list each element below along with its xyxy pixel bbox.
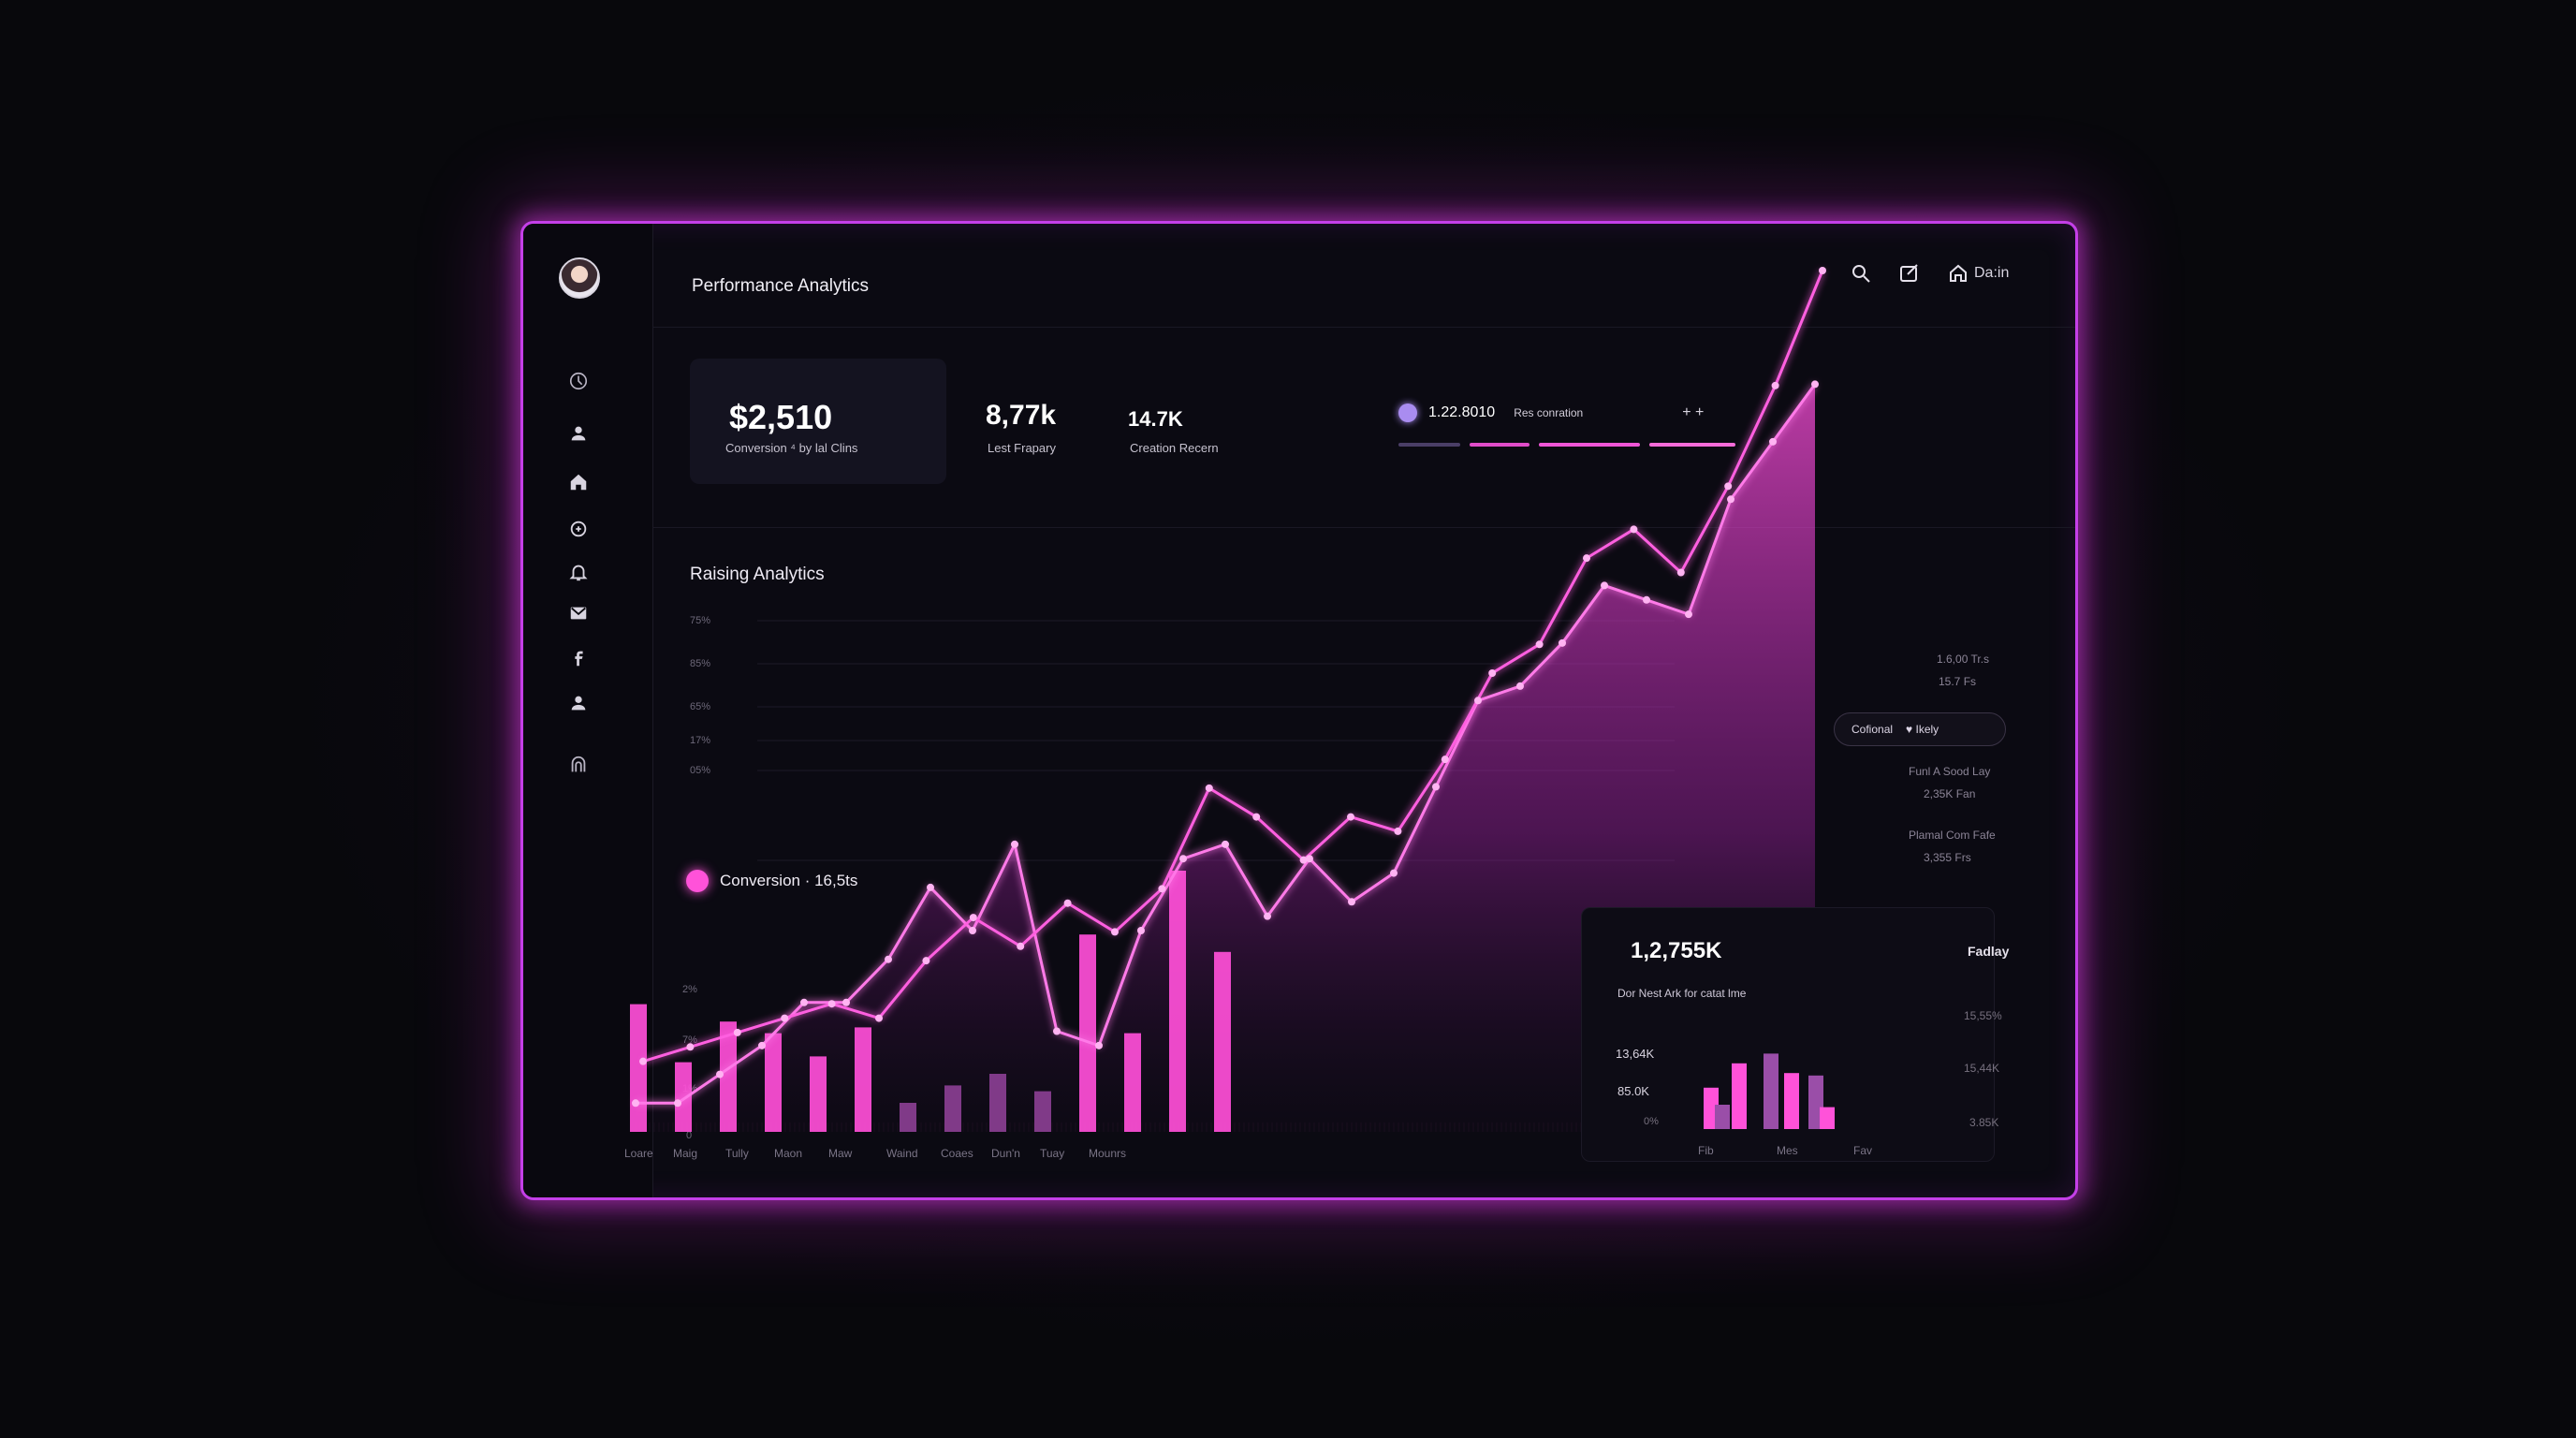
bar: [1079, 934, 1096, 1132]
bar: [1034, 1091, 1051, 1132]
side-note: Funl A Sood Lay: [1909, 765, 1991, 778]
line-point: [1179, 855, 1187, 863]
line-point: [1583, 554, 1590, 563]
conversion-legend: Conversion · 16,5ts: [686, 870, 857, 892]
line-point: [1488, 669, 1497, 677]
mini-bar: [1764, 1053, 1778, 1129]
line-point: [1724, 482, 1733, 491]
line-point: [1264, 912, 1271, 920]
side-note: 3,355 Frs: [1924, 851, 1971, 864]
bar: [810, 1056, 827, 1132]
x-tick: Waind: [886, 1147, 918, 1160]
line-point: [1017, 942, 1025, 950]
line-point: [1347, 813, 1354, 821]
bar: [944, 1085, 961, 1132]
line-point: [1394, 827, 1402, 835]
line-point: [969, 914, 977, 922]
line-point: [1630, 525, 1638, 534]
line-point: [1727, 495, 1734, 504]
line-point: [1348, 898, 1355, 906]
mini-bar: [1784, 1073, 1799, 1129]
line-point: [1535, 640, 1544, 649]
line-point: [1205, 784, 1213, 792]
filter-pill[interactable]: Cofional ♥ Ikely: [1834, 712, 2006, 746]
line-point: [1474, 697, 1482, 705]
x-tick: Maig: [673, 1147, 698, 1160]
x-tick: Loare: [624, 1147, 653, 1160]
line-point: [875, 1014, 883, 1022]
mini-bar-series: [1704, 1053, 1835, 1129]
line-point: [674, 1099, 681, 1108]
line-point: [733, 1028, 741, 1036]
line-point: [781, 1014, 789, 1022]
x-tick: Tully: [725, 1147, 749, 1160]
line-point: [639, 1057, 647, 1065]
line-point: [1222, 840, 1229, 848]
x-tick: Maon: [774, 1147, 803, 1160]
line-point: [1676, 568, 1685, 577]
line-point: [1111, 928, 1119, 936]
line-point: [1137, 927, 1145, 934]
line-point: [1299, 856, 1308, 864]
pill-left[interactable]: Cofional: [1852, 723, 1893, 736]
bar: [1124, 1033, 1141, 1132]
mini-bar: [1732, 1063, 1747, 1129]
line-point: [1390, 869, 1398, 877]
bar: [1169, 871, 1186, 1132]
mini-bar: [1820, 1107, 1835, 1129]
side-note: Plamal Com Fafe: [1909, 829, 1996, 842]
bar: [765, 1033, 782, 1132]
line-point: [1158, 885, 1166, 893]
line-point: [1053, 1027, 1061, 1035]
pill-right[interactable]: ♥ Ikely: [1906, 723, 1939, 736]
line-point: [1252, 813, 1261, 821]
line-point: [1769, 437, 1777, 446]
line-point: [1643, 595, 1650, 604]
line-point: [927, 883, 934, 891]
line-point: [1011, 840, 1018, 848]
line-point: [1601, 581, 1608, 590]
line-point: [632, 1099, 639, 1108]
side-note: 15.7 Fs: [1939, 675, 1977, 688]
x-tick: Maw: [828, 1147, 853, 1160]
line-point: [1819, 267, 1826, 274]
bar: [989, 1074, 1006, 1132]
line-point: [969, 927, 976, 934]
line-point: [1432, 783, 1440, 791]
mini-chart-card[interactable]: 1,2,755K Fadlay Dor Nest Ark for catat l…: [1581, 907, 2009, 1162]
bar: [1214, 951, 1231, 1132]
x-tick: Mounrs: [1089, 1147, 1127, 1160]
mini-bar: [1715, 1105, 1730, 1129]
dashboard-window: Performance Analytics Da:in $2,510 Conve…: [520, 221, 2078, 1200]
bar: [900, 1103, 916, 1132]
line-point: [1063, 899, 1072, 907]
line-point: [827, 1000, 836, 1008]
line-point: [1559, 638, 1566, 647]
side-note: 1.6,00 Tr.s: [1937, 653, 1990, 666]
bar: [675, 1062, 692, 1132]
line-point: [1685, 610, 1692, 619]
line-point: [686, 1043, 695, 1051]
x-tick: Coaes: [941, 1147, 973, 1160]
x-tick: Tuay: [1040, 1147, 1065, 1160]
x-tick: Dun'n: [991, 1147, 1020, 1160]
line-point: [1771, 381, 1779, 389]
line-point: [716, 1070, 724, 1078]
line-point: [1095, 1041, 1103, 1049]
line-point: [758, 1041, 766, 1049]
line-point: [842, 998, 850, 1006]
legend-label: Conversion · 16,5ts: [720, 872, 858, 889]
line-point: [800, 998, 808, 1006]
line-point: [1516, 682, 1524, 690]
side-note: 2,35K Fan: [1924, 787, 1976, 800]
line-point: [1811, 380, 1819, 389]
line-point: [885, 955, 892, 963]
line-point: [922, 957, 930, 965]
bar: [630, 1004, 647, 1132]
bar: [855, 1027, 871, 1132]
legend-dot: [686, 870, 709, 892]
line-point: [1441, 756, 1449, 764]
